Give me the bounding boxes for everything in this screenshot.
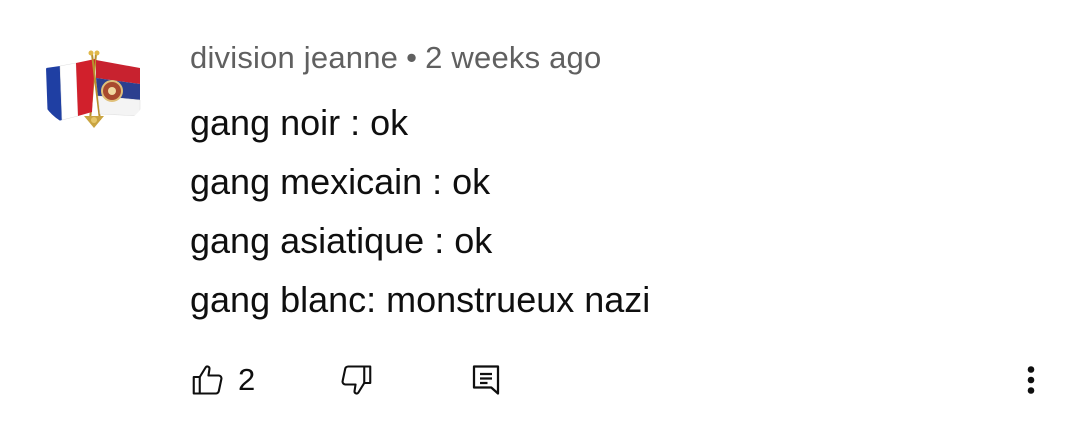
comment-meta: division jeanne • 2 weeks ago — [190, 40, 601, 76]
comment-line: gang mexicain : ok — [190, 161, 491, 202]
meta-separator: • — [406, 40, 418, 75]
comment-line: gang noir : ok — [190, 102, 409, 143]
more-vertical-icon — [1027, 366, 1035, 394]
reply-button[interactable] — [468, 356, 504, 404]
comment-line: gang asiatique : ok — [190, 220, 493, 261]
like-count: 2 — [238, 362, 256, 397]
more-options-button[interactable] — [1016, 356, 1046, 404]
comment-line: gang blanc: monstrueux nazi — [190, 279, 651, 320]
author-name[interactable]: division jeanne — [190, 40, 398, 75]
thumbs-down-icon — [341, 365, 372, 395]
comment-actions: 2 — [190, 356, 1050, 404]
comment-timestamp[interactable]: 2 weeks ago — [425, 40, 601, 75]
thumbs-up-icon — [192, 365, 223, 395]
dislike-button[interactable] — [338, 356, 374, 404]
reply-comment-icon — [472, 365, 500, 395]
avatar[interactable] — [40, 46, 148, 130]
comment-item: division jeanne • 2 weeks ago gang noir : … — [0, 0, 1079, 430]
like-button[interactable]: 2 — [190, 356, 255, 404]
comment-text: gang noir : ok gang mexicain : ok gang a… — [190, 93, 650, 329]
crossed-flags-pin-icon — [46, 50, 141, 128]
